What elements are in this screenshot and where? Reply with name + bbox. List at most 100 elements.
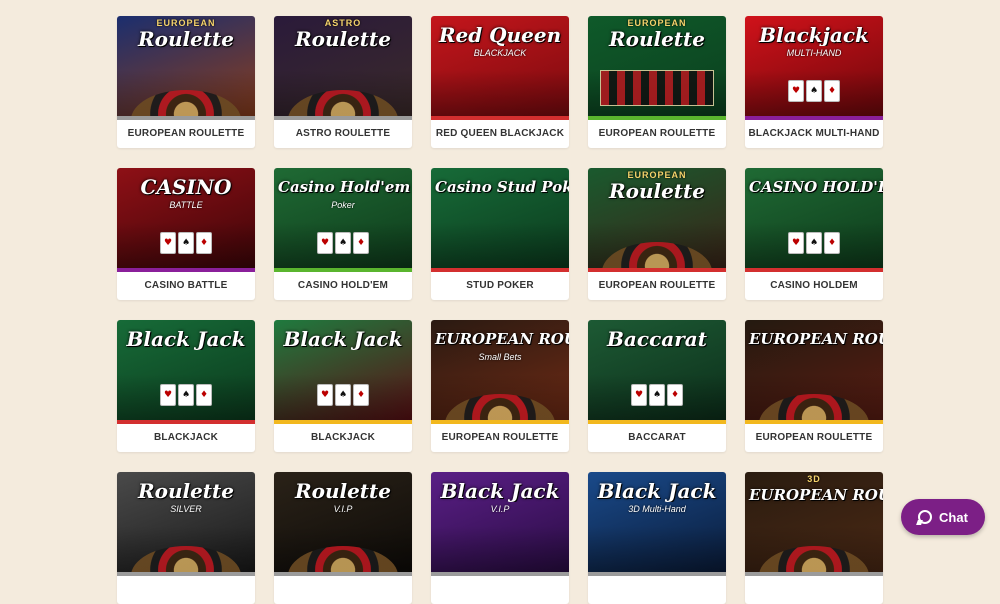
game-thumbnail[interactable]: Roulette V.I.P [274,472,412,572]
game-title[interactable]: BLACKJACK [274,424,412,452]
thumbnail-title: Roulette [137,480,235,502]
game-thumbnail[interactable]: EUROPEAN ROULETTE Small Bets [431,320,569,420]
game-card[interactable]: EUROPEAN Roulette EUROPEAN ROULETTE [588,168,726,300]
thumbnail-title: Roulette [294,480,392,502]
game-thumbnail[interactable]: ♥ ♠ ♦ Baccarat [588,320,726,420]
thumbnail-shade [588,526,726,572]
playing-cards-icon: ♥ ♠ ♦ [317,232,369,254]
thumbnail-title: CASINO [140,176,232,198]
game-thumbnail[interactable]: Roulette SILVER [117,472,255,572]
thumbnail-title: Roulette [608,28,706,50]
game-card[interactable]: EUROPEAN ROULETTE EUROPEAN ROULETTE [745,320,883,452]
game-thumbnail[interactable]: ♥ ♠ ♦ Black Jack [274,320,412,420]
game-title[interactable]: BLACKJACK MULTI-HAND [745,120,883,148]
game-title[interactable]: EUROPEAN ROULETTE [745,424,883,452]
thumbnail-title: Casino Stud Poker [435,178,569,196]
thumbnail-tagline: BLACKJACK [473,48,527,58]
game-thumbnail[interactable]: ♥♠♦ CASINO HOLD'EM [745,168,883,268]
thumbnail-tagline: Poker [331,200,355,210]
game-thumbnail[interactable]: Black Jack 3D Multi-Hand [588,472,726,572]
thumbnail-subtitle: EUROPEAN [627,170,687,180]
thumbnail-title: Black Jack [597,480,717,502]
game-thumbnail[interactable]: Casino Stud Poker [431,168,569,268]
game-title[interactable]: CASINO HOLDEM [745,272,883,300]
game-thumbnail[interactable]: ♥ ♠ ♦ Black Jack [117,320,255,420]
game-card[interactable]: ♥ ♠ ♦ CASINO BATTLE CASINO BATTLE [117,168,255,300]
game-thumbnail[interactable]: 3D EUROPEAN ROULETTE [745,472,883,572]
game-title[interactable] [588,576,726,604]
game-card[interactable]: Casino Stud Poker STUD POKER [431,168,569,300]
game-card[interactable]: EUROPEAN Roulette EUROPEAN ROULETTE [588,16,726,148]
game-card[interactable]: Black Jack 3D Multi-Hand [588,472,726,604]
chat-bubble-icon [918,510,933,524]
thumbnail-title: Black Jack [283,328,403,350]
thumbnail-title: Roulette [608,180,706,202]
game-card[interactable]: Red Queen BLACKJACK RED QUEEN BLACKJACK [431,16,569,148]
game-thumbnail[interactable]: EUROPEAN Roulette [588,16,726,116]
game-thumbnail[interactable]: EUROPEAN Roulette [117,16,255,116]
thumbnail-subtitle: EUROPEAN [627,18,687,28]
game-card[interactable]: Roulette SILVER [117,472,255,604]
game-title[interactable] [745,576,883,604]
thumbnail-title: Baccarat [607,328,707,350]
game-title[interactable] [274,576,412,604]
game-title[interactable]: RED QUEEN BLACKJACK [431,120,569,148]
thumbnail-title: Red Queen [438,24,562,46]
game-grid: EUROPEAN Roulette EUROPEAN ROULETTE ASTRO Ro… [117,16,883,604]
playing-cards-icon: ♥ ♠ ♦ [160,384,212,406]
thumbnail-shade [431,70,569,116]
game-title[interactable] [117,576,255,604]
game-card[interactable]: EUROPEAN Roulette EUROPEAN ROULETTE [117,16,255,148]
game-title[interactable]: STUD POKER [431,272,569,300]
game-thumbnail[interactable]: EUROPEAN ROULETTE [745,320,883,420]
game-card[interactable]: ♥ ♠ ♦ Blackjack MULTI-HAND BLACKJACK MULTI-HA… [745,16,883,148]
game-thumbnail[interactable]: ASTRO Roulette [274,16,412,116]
thumbnail-tagline: MULTI-HAND [786,48,842,58]
playing-cards-icon: ♥ ♠ ♦ [788,80,840,102]
game-title[interactable]: EUROPEAN ROULETTE [588,120,726,148]
thumbnail-subtitle: ASTRO [324,18,362,28]
game-card[interactable]: Roulette V.I.P [274,472,412,604]
game-title[interactable]: BLACKJACK [117,424,255,452]
game-title[interactable] [431,576,569,604]
game-card[interactable]: ♥ ♠ ♦ Baccarat BACCARAT [588,320,726,452]
game-thumbnail[interactable]: Black Jack V.I.P [431,472,569,572]
game-thumbnail[interactable]: EUROPEAN Roulette [588,168,726,268]
game-thumbnail[interactable]: ♥ ♠ ♦ Casino Hold'em Poker [274,168,412,268]
thumbnail-title: Casino Hold'em [278,178,411,196]
thumbnail-tagline: V.I.P [490,504,510,514]
thumbnail-shade [431,526,569,572]
thumbnail-subtitle: EUROPEAN [156,18,216,28]
thumbnail-tagline: SILVER [170,504,202,514]
thumbnail-title: Blackjack [759,24,869,46]
thumbnail-tagline: 3D Multi-Hand [628,504,686,514]
game-card[interactable]: ♥♠♦ CASINO HOLD'EM CASINO HOLDEM [745,168,883,300]
chat-button[interactable]: Chat [901,499,985,535]
thumbnail-tagline: V.I.P [333,504,353,514]
thumbnail-title: Roulette [137,28,235,50]
game-card[interactable]: Black Jack V.I.P [431,472,569,604]
game-card[interactable]: 3D EUROPEAN ROULETTE [745,472,883,604]
game-title[interactable]: EUROPEAN ROULETTE [588,272,726,300]
playing-cards-icon: ♥ ♠ ♦ [160,232,212,254]
game-title[interactable]: EUROPEAN ROULETTE [117,120,255,148]
game-card[interactable]: ♥ ♠ ♦ Casino Hold'em Poker CASINO HOLD'EM [274,168,412,300]
game-card[interactable]: EUROPEAN ROULETTESmall BetsEUROPEAN ROUL… [431,320,569,452]
thumbnail-title: Black Jack [440,480,560,502]
game-title[interactable]: EUROPEAN ROULETTE [431,424,569,452]
playing-cards-icon: ♥ ♠ ♦ [317,384,369,406]
playing-cards-icon: ♥ ♠ ♦ [631,384,683,406]
game-card[interactable]: ♥ ♠ ♦ Black Jack BLACKJACK [117,320,255,452]
game-title[interactable]: BACCARAT [588,424,726,452]
thumbnail-title: EUROPEAN ROULETTE [435,330,569,348]
game-thumbnail[interactable]: ♥ ♠ ♦ CASINO BATTLE [117,168,255,268]
game-card[interactable]: ♥ ♠ ♦ Black Jack BLACKJACK [274,320,412,452]
game-title[interactable]: CASINO HOLD'EM [274,272,412,300]
game-title[interactable]: ASTRO ROULETTE [274,120,412,148]
game-card[interactable]: ASTRO Roulette ASTRO ROULETTE [274,16,412,148]
thumbnail-shade [431,222,569,268]
game-title[interactable]: CASINO BATTLE [117,272,255,300]
thumbnail-title: Black Jack [126,328,246,350]
game-thumbnail[interactable]: ♥ ♠ ♦ Blackjack MULTI-HAND [745,16,883,116]
game-thumbnail[interactable]: Red Queen BLACKJACK [431,16,569,116]
